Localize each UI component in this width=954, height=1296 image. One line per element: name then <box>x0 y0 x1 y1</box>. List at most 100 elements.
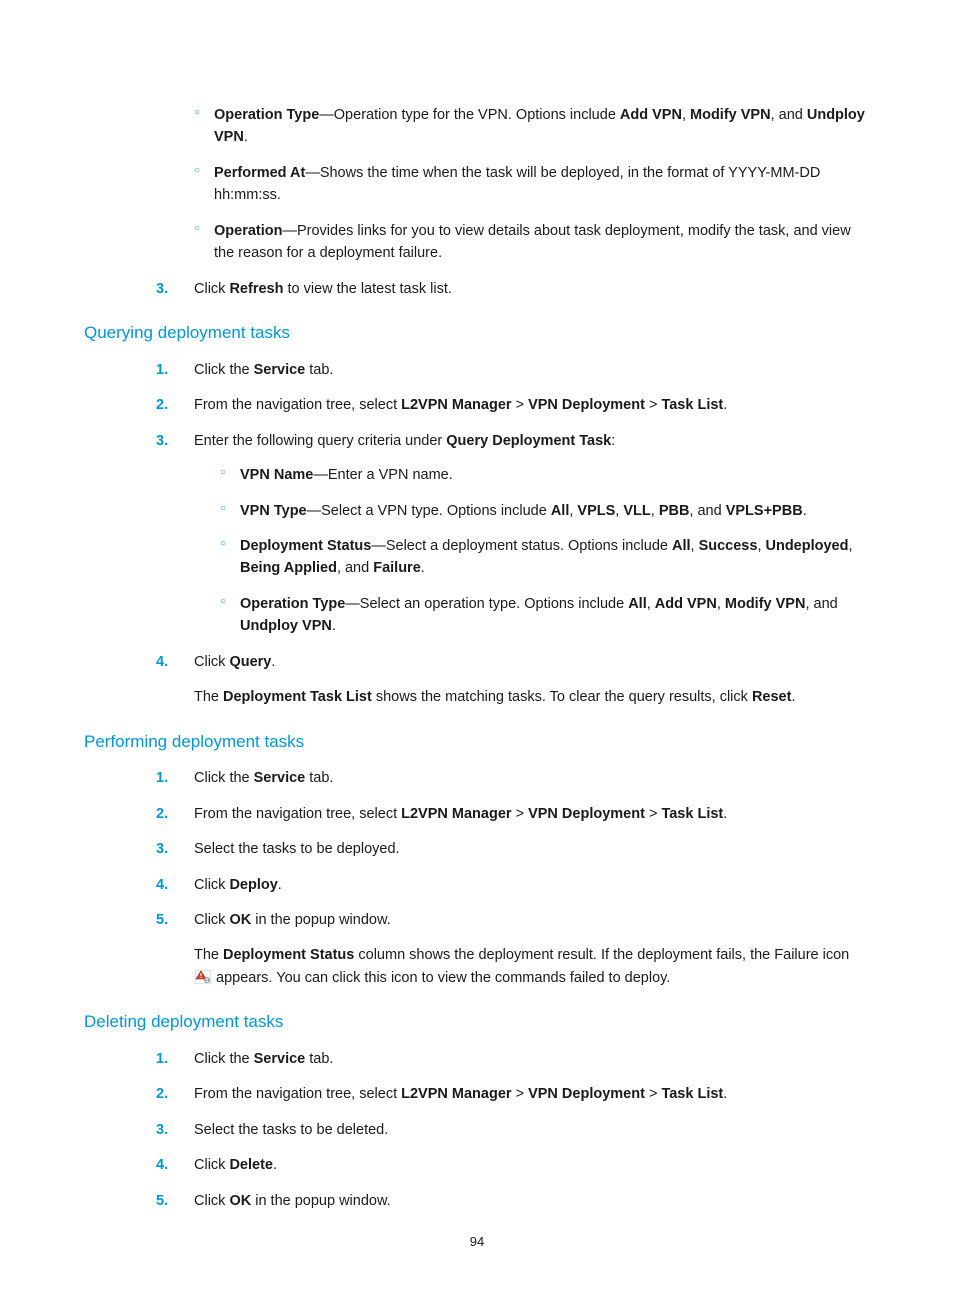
step-marker: 5. <box>156 1190 168 1212</box>
text: , <box>848 538 852 554</box>
text: . <box>332 618 336 634</box>
ui-label: VPN Deployment <box>528 1086 645 1102</box>
text: . <box>271 654 275 670</box>
text: Enter the following query criteria under <box>194 433 446 449</box>
step-marker: 1. <box>156 359 168 381</box>
step-marker: 2. <box>156 394 168 416</box>
option: Failure <box>373 560 421 576</box>
ui-label: Service <box>254 770 306 786</box>
failure-icon <box>195 970 211 984</box>
text: —Operation type for the VPN. Options inc… <box>319 107 620 123</box>
step-3: 3. Select the tasks to be deleted. <box>156 1119 866 1141</box>
ui-label: Delete <box>229 1157 273 1173</box>
text: Click <box>194 877 229 893</box>
criteria-vpn-type: VPN Type—Select a VPN type. Options incl… <box>220 500 866 522</box>
text: , <box>717 596 725 612</box>
text: , and <box>689 503 725 519</box>
text: The <box>194 947 223 963</box>
text: Click <box>194 1157 229 1173</box>
field-label: Performed At <box>214 165 305 181</box>
text: From the navigation tree, select <box>194 1086 401 1102</box>
text: . <box>273 1157 277 1173</box>
step-marker: 5. <box>156 909 168 931</box>
text: , and <box>805 596 837 612</box>
text: Click <box>194 912 229 928</box>
text: Click <box>194 1193 229 1209</box>
performing-steps: 1. Click the Service tab. 2. From the na… <box>156 767 866 931</box>
field-label: Deployment Status <box>240 538 371 554</box>
text: > <box>645 397 662 413</box>
field-label: Operation <box>214 223 282 239</box>
field-label: VPN Name <box>240 467 313 483</box>
text: The <box>194 689 223 705</box>
text: , and <box>337 560 373 576</box>
step-4: 4. Click Delete. <box>156 1154 866 1176</box>
ui-label: OK <box>229 1193 251 1209</box>
step-marker: 2. <box>156 1083 168 1105</box>
continued-steps: Operation Type—Operation type for the VP… <box>156 104 866 300</box>
text: , and <box>771 107 807 123</box>
step-1: 1. Click the Service tab. <box>156 1048 866 1070</box>
deleting-steps: 1. Click the Service tab. 2. From the na… <box>156 1048 866 1212</box>
text: . <box>421 560 425 576</box>
ui-label: OK <box>229 912 251 928</box>
step-marker: 4. <box>156 1154 168 1176</box>
text: : <box>611 433 615 449</box>
text: Click <box>194 281 229 297</box>
text: , <box>682 107 690 123</box>
option: VPLS <box>577 503 615 519</box>
text: Click the <box>194 1051 254 1067</box>
ui-label: Service <box>254 362 306 378</box>
section-querying: Querying deployment tasks <box>84 320 866 346</box>
ui-label: L2VPN Manager <box>401 806 511 822</box>
continued-bullet-container: Operation Type—Operation type for the VP… <box>156 104 866 265</box>
ui-label: Deployment Status <box>223 947 354 963</box>
querying-result-para: The Deployment Task List shows the match… <box>194 686 866 708</box>
text: —Select an operation type. Options inclu… <box>345 596 628 612</box>
step-marker: 3. <box>156 838 168 860</box>
option: Add VPN <box>655 596 717 612</box>
text: —Select a deployment status. Options inc… <box>371 538 672 554</box>
text: . <box>244 129 248 145</box>
text: —Shows the time when the task will be de… <box>214 165 820 203</box>
text: > <box>512 397 529 413</box>
text: . <box>723 806 727 822</box>
text: From the navigation tree, select <box>194 397 401 413</box>
step-3: 3. Click Refresh to view the latest task… <box>156 278 866 300</box>
text: —Provides links for you to view details … <box>214 223 851 261</box>
step-4: 4. Click Deploy. <box>156 874 866 896</box>
step-marker: 3. <box>156 1119 168 1141</box>
criteria-vpn-name: VPN Name—Enter a VPN name. <box>220 464 866 486</box>
ui-label: Deploy <box>229 877 277 893</box>
text: —Enter a VPN name. <box>313 467 452 483</box>
step-marker: 1. <box>156 1048 168 1070</box>
section-deleting: Deleting deployment tasks <box>84 1009 866 1035</box>
step-2: 2. From the navigation tree, select L2VP… <box>156 803 866 825</box>
text: . <box>803 503 807 519</box>
text: Select the tasks to be deleted. <box>194 1122 388 1138</box>
step-marker: 3. <box>156 430 168 452</box>
text: appears. You can click this icon to view… <box>212 970 670 986</box>
step-1: 1. Click the Service tab. <box>156 359 866 381</box>
text: > <box>512 806 529 822</box>
ui-label: L2VPN Manager <box>401 397 511 413</box>
ui-label: Task List <box>661 806 723 822</box>
ui-label: Service <box>254 1051 306 1067</box>
field-label: VPN Type <box>240 503 307 519</box>
option: VLL <box>623 503 650 519</box>
ui-label: Reset <box>752 689 792 705</box>
step-5: 5. Click OK in the popup window. <box>156 909 866 931</box>
text: in the popup window. <box>251 1193 390 1209</box>
ui-label: Query Deployment Task <box>446 433 611 449</box>
step-marker: 3. <box>156 278 168 300</box>
page-number: 94 <box>0 1232 954 1252</box>
performing-result-para: The Deployment Status column shows the d… <box>194 944 866 989</box>
option: VPLS+PBB <box>726 503 803 519</box>
step-marker: 2. <box>156 803 168 825</box>
field-performed-at: Performed At—Shows the time when the tas… <box>194 162 866 207</box>
field-operation-type: Operation Type—Operation type for the VP… <box>194 104 866 149</box>
text: > <box>512 1086 529 1102</box>
option: Modify VPN <box>725 596 806 612</box>
ui-label: Task List <box>661 397 723 413</box>
text: Click the <box>194 770 254 786</box>
